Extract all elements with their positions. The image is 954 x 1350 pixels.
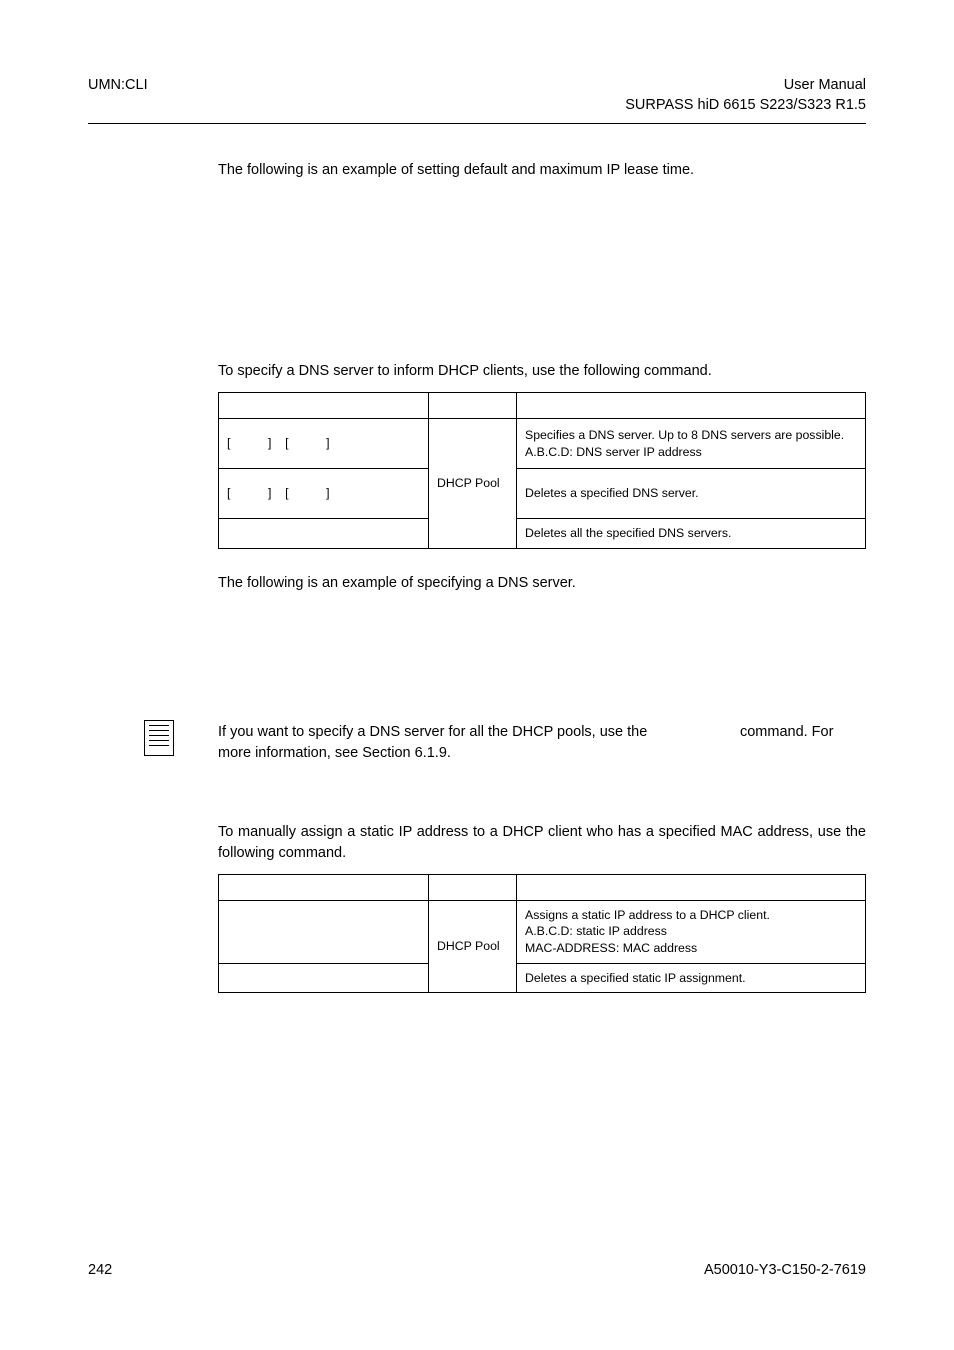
command-cell: [ ] [ ] (219, 469, 429, 519)
dns-intro-text: To specify a DNS server to inform DHCP c… (218, 361, 866, 382)
table-header-cell (517, 393, 866, 419)
mode-cell: DHCP Pool (429, 900, 517, 992)
description-cell: Specifies a DNS server. Up to 8 DNS serv… (517, 419, 866, 469)
lease-intro-text: The following is an example of setting d… (218, 160, 866, 181)
header-left: UMN:CLI (88, 76, 148, 115)
table-header-cell (429, 874, 517, 900)
mode-cell: DHCP Pool (429, 419, 517, 549)
note-block: If you want to specify a DNS server for … (218, 722, 866, 764)
note-text: If you want to specify a DNS server for … (218, 722, 866, 764)
table-header-row (219, 874, 866, 900)
bracket-text: [ (227, 486, 230, 500)
table-header-row (219, 393, 866, 419)
command-cell (219, 963, 429, 993)
bracket-text: ] (326, 486, 329, 500)
bracket-text: [ (227, 436, 230, 450)
bracket-text: ] (268, 436, 271, 450)
bracket-text: [ (285, 486, 288, 500)
bracket-text: [ (285, 436, 288, 450)
content-area: The following is an example of setting d… (88, 124, 866, 993)
page-number: 242 (88, 1262, 112, 1278)
table-header-cell (219, 393, 429, 419)
document-id: A50010-Y3-C150-2-7619 (704, 1262, 866, 1278)
description-cell: Deletes a specified static IP assignment… (517, 963, 866, 993)
description-cell: Deletes all the specified DNS servers. (517, 519, 866, 549)
description-cell: Assigns a static IP address to a DHCP cl… (517, 900, 866, 963)
bracket-text: ] (326, 436, 329, 450)
table-header-cell (219, 874, 429, 900)
header-right-line2: SURPASS hiD 6615 S223/S323 R1.5 (625, 96, 866, 116)
bracket-text: ] (268, 486, 271, 500)
table-row: Deletes all the specified DNS servers. (219, 519, 866, 549)
command-cell (219, 519, 429, 549)
dns-command-table: [ ] [ ] DHCP Pool Specifies a DNS server… (218, 392, 866, 549)
table-header-cell (517, 874, 866, 900)
table-row: Deletes a specified static IP assignment… (219, 963, 866, 993)
header-right: User Manual SURPASS hiD 6615 S223/S323 R… (625, 76, 866, 115)
table-row: [ ] [ ] Deletes a specified DNS server. (219, 469, 866, 519)
note-icon (144, 720, 174, 756)
table-header-cell (429, 393, 517, 419)
command-cell (219, 900, 429, 963)
static-intro-text: To manually assign a static IP address t… (218, 822, 866, 864)
page-header: UMN:CLI User Manual SURPASS hiD 6615 S22… (88, 76, 866, 115)
note-text-part: If you want to specify a DNS server for … (218, 724, 651, 740)
dns-example-text: The following is an example of specifyin… (218, 573, 866, 594)
static-command-table: DHCP Pool Assigns a static IP address to… (218, 874, 866, 993)
command-cell: [ ] [ ] (219, 419, 429, 469)
header-right-line1: User Manual (625, 76, 866, 96)
description-cell: Deletes a specified DNS server. (517, 469, 866, 519)
table-row: [ ] [ ] DHCP Pool Specifies a DNS server… (219, 419, 866, 469)
table-row: DHCP Pool Assigns a static IP address to… (219, 900, 866, 963)
page-footer: 242 A50010-Y3-C150-2-7619 (88, 1262, 866, 1278)
